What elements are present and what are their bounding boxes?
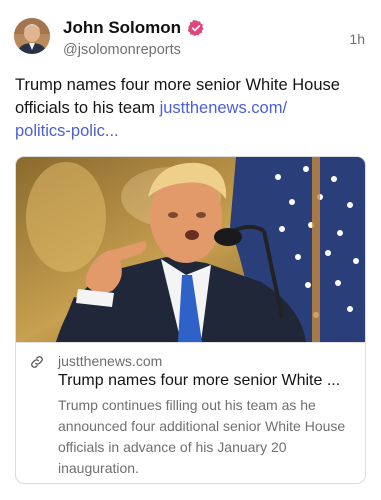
card-domain: justthenews.com	[58, 353, 163, 369]
link-icon	[31, 356, 43, 368]
card-body: justthenews.com Trump names four more se…	[16, 342, 365, 483]
author-handle[interactable]: @jsolomonreports	[63, 42, 181, 58]
post-link-line-2: politics-polic...	[15, 122, 119, 140]
card-description: Trump continues filling out his team as …	[58, 397, 346, 476]
post-text: Trump names four more senior White House…	[15, 74, 360, 143]
verified-badge-icon	[187, 19, 204, 37]
post-link-line-1: justthenews.com/	[159, 99, 288, 117]
author-name[interactable]: John Solomon	[63, 18, 181, 38]
link-preview-card[interactable]: justthenews.com Trump names four more se…	[15, 156, 366, 484]
avatar[interactable]	[14, 18, 50, 54]
post-timestamp[interactable]: 1h	[349, 31, 365, 47]
card-title[interactable]: Trump names four more senior White ...	[58, 372, 353, 390]
card-image[interactable]	[16, 157, 365, 342]
